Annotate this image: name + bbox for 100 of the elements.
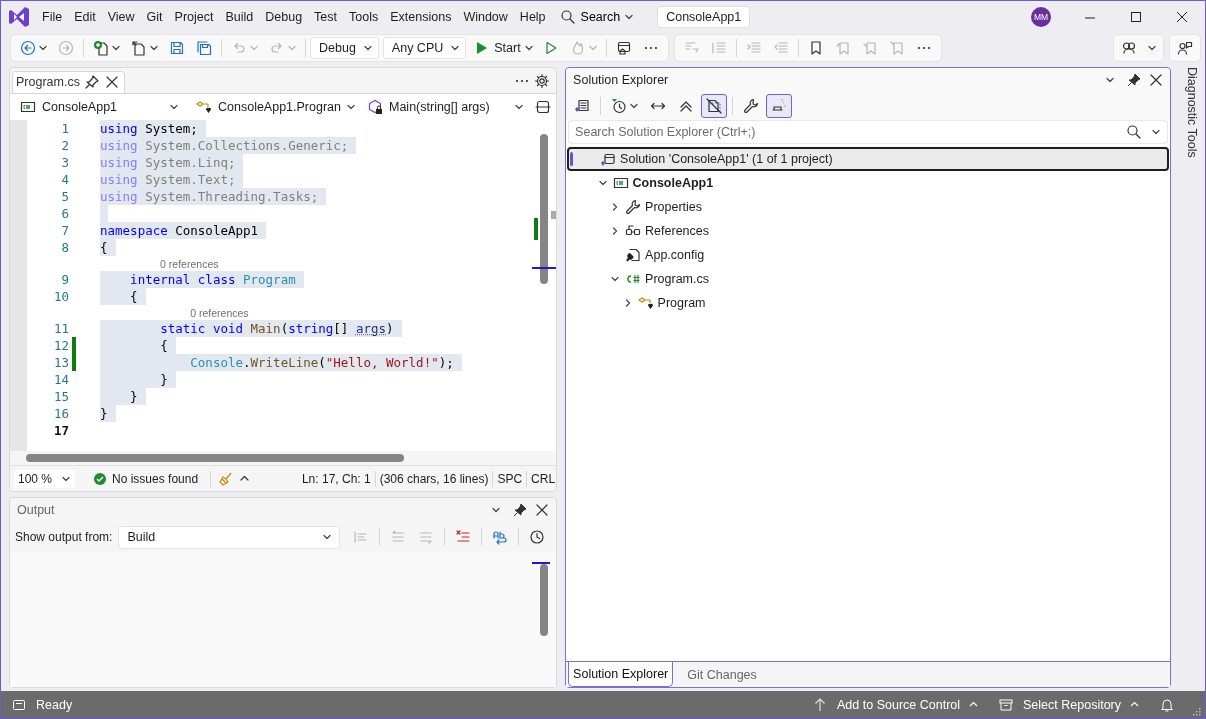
zoom-dropdown[interactable]: 100 % bbox=[14, 469, 76, 488]
solution-switch-icon bbox=[574, 98, 591, 114]
menu-item[interactable]: File bbox=[36, 6, 69, 27]
bookmark-icon bbox=[834, 39, 851, 56]
tree-item[interactable]: App.config bbox=[567, 243, 1169, 267]
search-icon[interactable] bbox=[1126, 124, 1142, 140]
pin-icon[interactable] bbox=[83, 74, 100, 90]
files-filter-icon bbox=[706, 98, 723, 114]
panel-tab[interactable]: Solution Explorer bbox=[568, 662, 674, 687]
panel-title: Solution Explorer bbox=[573, 73, 669, 87]
new-item-icon bbox=[93, 39, 109, 56]
outdent-icon bbox=[772, 39, 789, 56]
caret-up-icon bbox=[1130, 701, 1139, 708]
configuration-dropdown[interactable]: Debug bbox=[310, 36, 379, 59]
tree-item[interactable]: Program bbox=[567, 291, 1169, 315]
close-icon[interactable] bbox=[1175, 9, 1189, 24]
start-button[interactable]: Start bbox=[470, 39, 537, 56]
caret-icon bbox=[62, 475, 71, 482]
caret-up-icon[interactable] bbox=[240, 475, 250, 482]
caret-icon bbox=[323, 534, 332, 540]
clock-icon bbox=[529, 529, 546, 545]
code-lens-link[interactable]: 0 references bbox=[160, 257, 219, 270]
search-icon bbox=[559, 8, 576, 25]
line-ending-mode[interactable]: CRL bbox=[531, 471, 556, 486]
solution-icon bbox=[600, 151, 617, 167]
menu-item[interactable]: Git bbox=[140, 6, 169, 27]
scrollbar-thumb[interactable] bbox=[540, 564, 549, 636]
settings-icon[interactable] bbox=[534, 72, 551, 89]
scrollbar-thumb[interactable] bbox=[540, 134, 549, 284]
split-view-icon[interactable] bbox=[535, 98, 551, 115]
tree-item[interactable]: References bbox=[567, 219, 1169, 243]
caret-icon bbox=[588, 44, 597, 51]
line-number: 16 bbox=[52, 406, 69, 421]
output-source-dropdown[interactable]: Build bbox=[118, 525, 341, 549]
menu-item[interactable]: Extensions bbox=[384, 6, 458, 27]
chevron-right-icon[interactable] bbox=[612, 227, 619, 235]
status-message: Ready bbox=[11, 696, 73, 713]
menu-item[interactable]: Debug bbox=[259, 6, 309, 27]
chevron-down-icon[interactable] bbox=[611, 276, 620, 282]
save-icon bbox=[169, 39, 185, 56]
wrench-icon bbox=[743, 98, 760, 114]
splitter-handle[interactable] bbox=[551, 211, 557, 219]
menu-item[interactable]: Project bbox=[168, 6, 220, 27]
code-lens-link[interactable]: 0 references bbox=[190, 306, 249, 319]
preview-icon bbox=[771, 98, 788, 114]
panel-title: Output bbox=[17, 503, 55, 517]
chevron-down-icon[interactable] bbox=[492, 507, 501, 513]
toolbar-button[interactable] bbox=[701, 94, 728, 118]
line-number: 4 bbox=[60, 172, 69, 187]
caret-icon bbox=[288, 44, 296, 51]
menu-item[interactable]: Test bbox=[308, 6, 344, 27]
chevron-right-icon[interactable] bbox=[612, 203, 619, 211]
tree-item[interactable]: Program.cs bbox=[567, 267, 1169, 291]
document-tab[interactable]: Program.cs bbox=[12, 71, 125, 93]
side-tab[interactable]: Diagnostic Tools bbox=[1179, 67, 1205, 158]
history-icon bbox=[611, 98, 628, 114]
chevron-down-icon[interactable] bbox=[1106, 77, 1114, 83]
line-number: 12 bbox=[52, 338, 69, 353]
panel-tab[interactable]: Git Changes bbox=[683, 663, 761, 687]
status-bar-button[interactable]: Add to Source Control bbox=[802, 696, 989, 713]
pin-icon[interactable] bbox=[512, 502, 529, 518]
status-bar-button[interactable]: Select Repository bbox=[988, 696, 1149, 713]
app-logo bbox=[8, 4, 30, 29]
menu-item[interactable]: View bbox=[101, 6, 141, 27]
chevron-right-icon[interactable] bbox=[624, 299, 631, 307]
tree-item[interactable]: Solution 'ConsoleApp1' (1 of 1 project) bbox=[567, 147, 1169, 171]
tree-item[interactable]: ConsoleApp1 bbox=[567, 171, 1169, 195]
uncomment-lines-icon bbox=[710, 39, 727, 56]
caret-indicator bbox=[532, 267, 557, 269]
configuration-dropdown[interactable]: Any CPU bbox=[382, 36, 467, 59]
caret-up-icon bbox=[969, 701, 979, 708]
cursor-position[interactable]: Ln: 17, Ch: 1 bbox=[301, 471, 371, 486]
chevron-down-icon[interactable] bbox=[598, 180, 607, 186]
indentation-mode[interactable]: SPC bbox=[497, 471, 523, 486]
account-avatar[interactable]: MM bbox=[1031, 6, 1051, 27]
line-number: 15 bbox=[52, 389, 69, 404]
line-number: 10 bbox=[52, 289, 69, 304]
menu-item[interactable]: Help bbox=[513, 6, 552, 27]
search-button[interactable]: Search bbox=[553, 8, 640, 25]
issues-indicator[interactable]: No issues found bbox=[93, 471, 199, 486]
scrollbar-thumb[interactable] bbox=[26, 454, 404, 462]
pin-icon[interactable] bbox=[1126, 72, 1142, 88]
caret-icon bbox=[515, 103, 523, 110]
repository-icon bbox=[998, 696, 1015, 713]
caret-icon bbox=[1148, 44, 1156, 51]
menu-item[interactable]: Window bbox=[457, 6, 514, 27]
resize-grip-icon bbox=[1191, 706, 1201, 716]
caret-icon bbox=[1152, 129, 1160, 135]
line-number: 14 bbox=[52, 372, 69, 387]
line-number: 3 bbox=[60, 155, 69, 170]
close-icon[interactable] bbox=[1148, 72, 1164, 88]
menu-item[interactable]: Tools bbox=[343, 6, 385, 27]
maximize-icon[interactable] bbox=[1129, 9, 1143, 24]
line-number: 9 bbox=[60, 272, 69, 287]
caret-icon bbox=[250, 44, 258, 51]
search-field[interactable]: Search Solution Explorer (Ctrl+;) bbox=[568, 120, 1168, 144]
menu-item[interactable]: Edit bbox=[68, 6, 102, 27]
tree-item[interactable]: Properties bbox=[567, 195, 1169, 219]
menu-item[interactable]: Build bbox=[219, 6, 260, 27]
browser-icon bbox=[615, 39, 632, 56]
